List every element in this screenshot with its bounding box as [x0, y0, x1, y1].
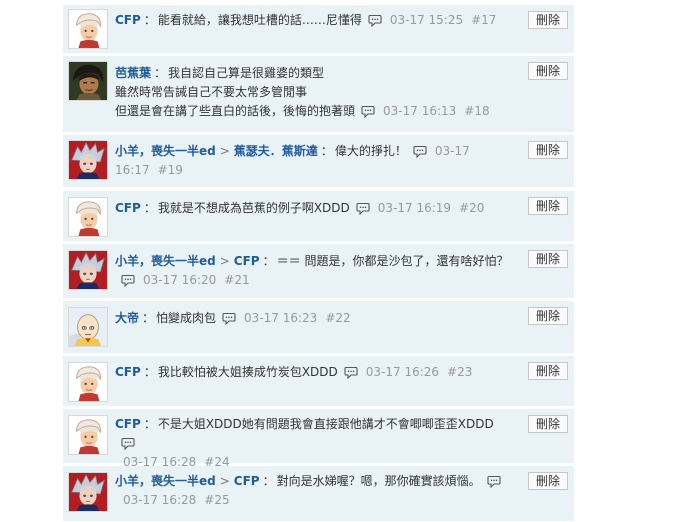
- reply-bubble-icon[interactable]: [222, 312, 236, 325]
- reply-target[interactable]: 蕉瑟夫．蕉斯達: [234, 144, 318, 158]
- avatar[interactable]: [68, 415, 108, 455]
- floor-number[interactable]: #17: [471, 13, 496, 27]
- comment-author[interactable]: 小羊，喪失一半ed: [115, 474, 216, 488]
- comment-author[interactable]: 小羊，喪失一半ed: [115, 144, 216, 158]
- delete-button[interactable]: 刪除: [528, 197, 568, 215]
- comment-row: CFP：不是大姐XDDD她有問題我會直接跟他講才不會唧唧歪歪XDDD 03-17…: [63, 409, 574, 469]
- dark-hair-man-avatar-icon: [69, 62, 107, 100]
- reply-bubble-icon[interactable]: [344, 366, 358, 379]
- floor-number[interactable]: #25: [204, 493, 229, 507]
- reply-arrow: >: [219, 474, 230, 488]
- white-hair-boy-avatar-icon: [69, 416, 107, 454]
- comment-row: 芭蕉葉：我自認自己算是很雞婆的類型 雖然時常告誡自己不要太常多管閒事 但還是會在…: [63, 56, 574, 133]
- avatar[interactable]: [68, 250, 108, 290]
- delete-button[interactable]: 刪除: [528, 250, 568, 268]
- comment-text: 我比較怕被大姐揍成竹炭包XDDD: [157, 365, 338, 379]
- avatar[interactable]: [68, 61, 108, 101]
- reply-target[interactable]: CFP: [234, 254, 260, 268]
- comment-text: 怕變成肉包: [156, 311, 217, 325]
- floor-number[interactable]: #21: [224, 273, 249, 287]
- grey-hair-elf-avatar-icon: [69, 251, 107, 289]
- avatar[interactable]: [68, 140, 108, 180]
- comment-author[interactable]: 芭蕉葉: [115, 66, 151, 80]
- comment-row: 大帝：怕變成肉包 03-17 16:23 #22 刪除: [63, 301, 574, 354]
- white-hair-boy-avatar-icon: [69, 198, 107, 236]
- reply-bubble-icon[interactable]: [413, 145, 427, 158]
- comment-text: 我自認自己算是很雞婆的類型: [168, 66, 325, 80]
- colon: ：: [320, 144, 333, 158]
- reply-bubble-icon[interactable]: [356, 202, 370, 215]
- delete-button[interactable]: 刪除: [528, 62, 568, 80]
- comment-row: CFP：我就是不想成為芭蕉的例子啊XDDD 03-17 16:19 #20 刪除: [63, 191, 574, 242]
- comment-author[interactable]: 小羊，喪失一半ed: [115, 254, 216, 268]
- comment-text: ＝＝ 問題是，你都是沙包了，還有啥好怕？: [276, 254, 509, 268]
- delete-button[interactable]: 刪除: [528, 472, 568, 490]
- avatar[interactable]: [68, 362, 108, 402]
- avatar[interactable]: [68, 9, 108, 49]
- comment-author[interactable]: CFP: [115, 201, 141, 215]
- reply-bubble-icon[interactable]: [487, 475, 501, 488]
- white-hair-boy-avatar-icon: [69, 10, 107, 48]
- comment-row: CFP：能看就給，讓我想吐槽的話……尼懂得 03-17 15:25 #17 刪除: [63, 5, 574, 54]
- comment-text: 對向是水娣喔？嗯，那你確實該煩惱。: [276, 474, 481, 488]
- floor-number[interactable]: #18: [464, 104, 489, 118]
- comment-text: 雖然時常告誡自己不要太常多管閒事: [115, 85, 308, 99]
- grey-hair-elf-avatar-icon: [69, 473, 107, 511]
- comment-text: 能看就給，讓我想吐槽的話……尼懂得: [157, 13, 362, 27]
- comment-text: 不是大姐XDDD她有問題我會直接跟他講才不會唧唧歪歪XDDD: [157, 417, 494, 431]
- comment-text: 偉大的掙扎！: [334, 144, 407, 158]
- comment-time: 03-17 16:13: [383, 104, 457, 118]
- floor-number[interactable]: #23: [447, 365, 472, 379]
- comment-time: 03-17 16:20: [143, 273, 217, 287]
- reply-target[interactable]: CFP: [234, 474, 260, 488]
- comment-row: 小羊，喪失一半ed > CFP：對向是水娣喔？嗯，那你確實該煩惱。 03-17 16…: [63, 466, 574, 522]
- floor-number[interactable]: #20: [459, 201, 484, 215]
- delete-button[interactable]: 刪除: [528, 307, 568, 325]
- comment-author[interactable]: CFP: [115, 417, 141, 431]
- reply-bubble-icon[interactable]: [368, 14, 382, 27]
- comment-row: 小羊，喪失一半ed > 蕉瑟夫．蕉斯達：偉大的掙扎！ 03-17 16:17 #19 刪…: [63, 135, 574, 188]
- colon: ：: [262, 474, 275, 488]
- comment-time: 03-17 16:19: [377, 201, 452, 215]
- comment-author[interactable]: CFP: [115, 365, 141, 379]
- comment-author[interactable]: CFP: [115, 13, 141, 27]
- colon: ：: [143, 417, 156, 431]
- reply-bubble-icon[interactable]: [121, 437, 135, 450]
- comment-time: 03-17 16:26: [365, 365, 440, 379]
- comment-text: 我就是不想成為芭蕉的例子啊XDDD: [157, 201, 350, 215]
- colon: ：: [142, 311, 155, 325]
- reply-bubble-icon[interactable]: [121, 274, 135, 287]
- floor-number[interactable]: #22: [325, 311, 350, 325]
- comment-time: 03-17 15:25: [389, 13, 464, 27]
- delete-button[interactable]: 刪除: [528, 415, 568, 433]
- colon: ：: [154, 66, 167, 80]
- reply-arrow: >: [219, 254, 230, 268]
- reply-bubble-icon[interactable]: [361, 105, 375, 118]
- bald-hero-avatar-icon: [69, 308, 107, 346]
- colon: ：: [143, 201, 156, 215]
- comment-text: 但還是會在講了些直白的話後，後悔的抱著頭: [115, 104, 356, 118]
- comment-time: 03-17 16:28: [123, 493, 197, 507]
- delete-button[interactable]: 刪除: [528, 362, 568, 380]
- comment-row: 小羊，喪失一半ed > CFP：＝＝ 問題是，你都是沙包了，還有啥好怕？ 03-17…: [63, 244, 574, 299]
- delete-button[interactable]: 刪除: [528, 141, 568, 159]
- avatar[interactable]: [68, 307, 108, 347]
- avatar[interactable]: [68, 472, 108, 512]
- comment-row: CFP：我比較怕被大姐揍成竹炭包XDDD 03-17 16:26 #23 刪除: [63, 356, 574, 407]
- avatar[interactable]: [68, 197, 108, 237]
- delete-button[interactable]: 刪除: [528, 11, 568, 29]
- floor-number[interactable]: #19: [158, 163, 183, 177]
- colon: ：: [143, 13, 156, 27]
- colon: ：: [262, 254, 275, 268]
- reply-arrow: >: [219, 144, 230, 158]
- white-hair-boy-avatar-icon: [69, 363, 107, 401]
- grey-hair-elf-avatar-icon: [69, 141, 107, 179]
- comment-time: 03-17 16:23: [244, 311, 318, 325]
- comment-author[interactable]: 大帝: [115, 311, 139, 325]
- colon: ：: [143, 365, 156, 379]
